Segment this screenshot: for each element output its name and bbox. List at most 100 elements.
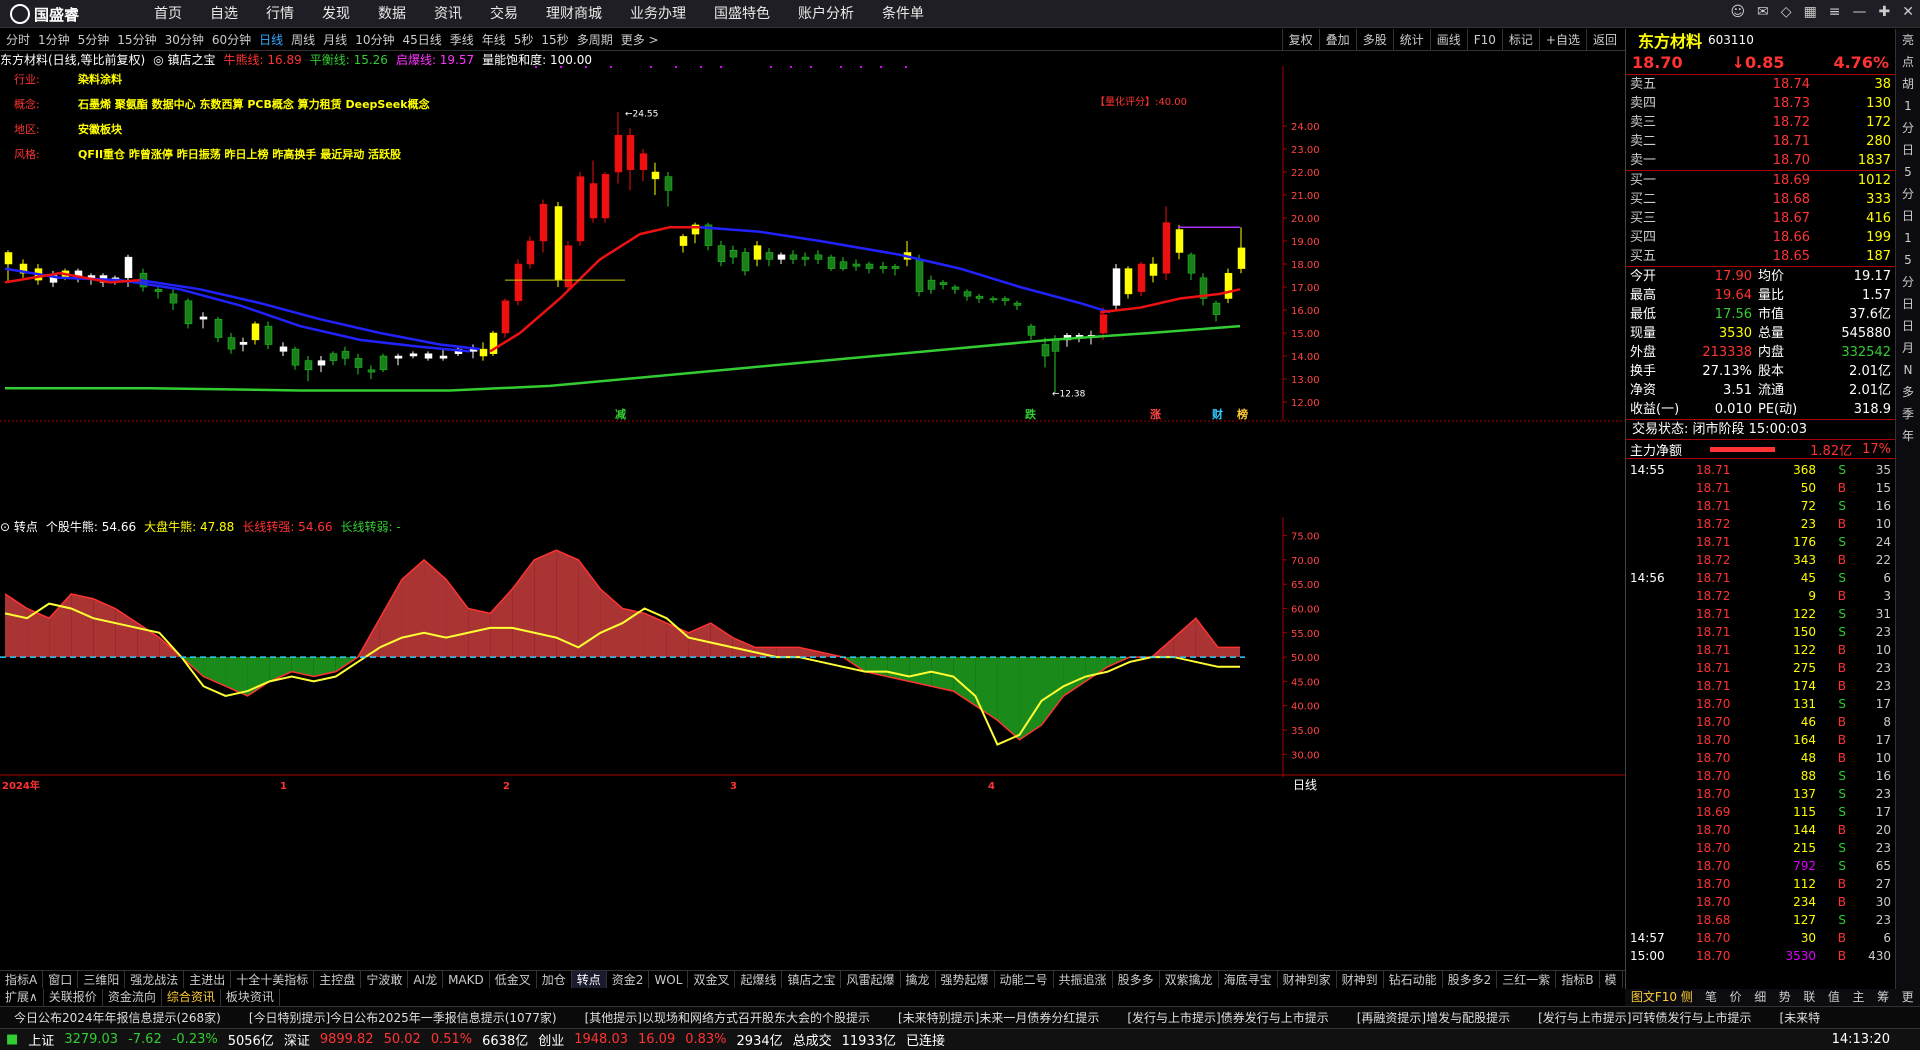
side-tab[interactable]: 分 [1896,271,1920,293]
menu-item[interactable]: 自选 [196,0,252,28]
period-tab[interactable]: 5分钟 [74,29,114,51]
period-tab[interactable]: 10分钟 [351,29,398,51]
period-tab[interactable]: 季线 [446,29,478,51]
event-marker[interactable]: 榜 [1237,407,1248,421]
news-item[interactable]: 今日公布2024年年报信息提示(268家) [0,1007,235,1028]
indicator-tab[interactable]: MAKD [443,971,490,988]
info-tab[interactable]: 综合资讯 [162,989,221,1006]
side-tab[interactable]: 点 [1896,51,1920,73]
quote-tab[interactable]: 势 [1772,989,1797,1006]
indicator-tab[interactable]: AI龙 [408,971,444,988]
indicator-tab[interactable]: 转点 [571,971,607,988]
side-tab[interactable]: 5 [1896,249,1920,271]
menu-item[interactable]: 国盛特色 [700,0,784,28]
period-tab[interactable]: 日线 [255,29,287,51]
indicator-tab[interactable]: 强龙战法 [125,971,185,988]
indicator-tab[interactable]: 三红一紫 [1497,971,1557,988]
indicator-tab[interactable]: 股多多2 [1443,971,1498,988]
menu-item[interactable]: 数据 [364,0,420,28]
period-tab[interactable]: 60分钟 [208,29,255,51]
side-tab[interactable]: 分 [1896,183,1920,205]
indicator-tab[interactable]: 模 [1600,971,1623,988]
info-tab[interactable]: 扩展∧ [0,989,44,1006]
side-tab[interactable]: 多 [1896,381,1920,403]
side-tab[interactable]: 1 [1896,95,1920,117]
kline-chart[interactable]: 24.00 23.00 22.00 21.00 20.00 19.00 18.00 17.00… [0,66,1625,518]
close-icon[interactable]: ✕ [1902,4,1914,20]
side-tab[interactable]: 1 [1896,227,1920,249]
menu-icon[interactable]: ≡ [1829,4,1841,20]
quote-tab[interactable]: 筹 [1871,989,1896,1006]
zhuandian-chart[interactable]: 75.00 70.00 65.00 60.00 55.00 50.00 45.00 40.00… [0,517,1625,969]
period-tab[interactable]: 15秒 [537,29,572,51]
indicator-tab[interactable]: 三维阳 [78,971,126,988]
bid-row[interactable]: 买二 18.68 333 [1626,190,1895,209]
indicator-tab[interactable]: 窗口 [43,971,79,988]
news-item[interactable]: [再融资提示]增发与配股提示 [1343,1007,1524,1028]
news-item[interactable]: [未来特 [1766,1007,1835,1028]
side-tab[interactable]: 日 [1896,139,1920,161]
tool-button[interactable]: 叠加 [1318,29,1356,51]
tool-button[interactable]: 返回 [1585,29,1623,51]
chat-icon[interactable]: ☺ [1730,4,1745,20]
bid-row[interactable]: 买四 18.66 199 [1626,228,1895,247]
menu-item[interactable]: 资讯 [420,0,476,28]
indicator-tab[interactable]: 共振追涨 [1054,971,1113,988]
menu-item[interactable]: 账户分析 [784,0,868,28]
side-tab[interactable]: 亮 [1896,29,1920,51]
tool-button[interactable]: 复权 [1281,29,1319,51]
indicator-tab[interactable]: 资金2 [607,971,650,988]
tool-button[interactable]: 多股 [1355,29,1393,51]
news-item[interactable]: [其他提示]以现场和网络方式召开股东大会的个股提示 [571,1007,884,1028]
indicator-tab[interactable]: 财神到家 [1278,971,1337,988]
grid-icon[interactable]: ▦ [1804,4,1817,20]
ask-row[interactable]: 卖四 18.73 130 [1626,94,1895,113]
indicator-tab[interactable]: 加仓 [537,971,572,988]
indicator-tab[interactable]: 指标A [0,971,44,988]
indicator-tab[interactable]: 双金叉 [688,971,736,988]
period-tab[interactable]: 5秒 [510,29,538,51]
f10-side-label[interactable]: 图文F10 侧边栏 « [1625,989,1699,1021]
menu-item[interactable]: 条件单 [868,0,938,28]
menu-item[interactable]: 首页 [140,0,196,28]
tool-button[interactable]: 画线 [1429,29,1467,51]
side-tab[interactable]: 日 [1896,315,1920,337]
side-tab[interactable]: 分 [1896,117,1920,139]
menu-item[interactable]: 交易 [476,0,532,28]
indicator-tab[interactable]: 强势起爆 [936,971,995,988]
indicator-tab[interactable]: 股多多 [1113,971,1160,988]
indicator-tab[interactable]: 指标B [1556,971,1600,988]
side-tab[interactable]: 日 [1896,293,1920,315]
menu-item[interactable]: 行情 [252,0,308,28]
side-tab[interactable]: N [1896,359,1920,381]
indicator-tab[interactable]: 十全十美指标 [231,971,315,988]
mail-icon[interactable]: ✉ [1757,4,1769,20]
ask-row[interactable]: 卖三 18.72 172 [1626,113,1895,132]
event-marker[interactable]: 财 [1211,407,1223,421]
indicator-tab[interactable]: 板 [1623,971,1625,988]
indicator-tab[interactable]: 动能二号 [995,971,1054,988]
menu-item[interactable]: 发现 [308,0,364,28]
ask-row[interactable]: 卖五 18.74 38 [1626,75,1895,94]
indicator-tab[interactable]: 镇店之宝 [782,971,842,988]
event-marker[interactable]: 涨 [1150,407,1161,421]
tick-list[interactable]: 14:55 18.71 368 S 35 18.71 50 B 15 18.71 72 S 16 18.7… [1626,459,1895,965]
side-tab[interactable]: 季 [1896,403,1920,425]
indicator-tab[interactable]: WOL [649,971,689,988]
tool-button[interactable]: 标记 [1501,29,1539,51]
tool-button[interactable]: F10 [1466,29,1502,51]
indicator-tab[interactable]: 低金叉 [490,971,537,988]
news-item[interactable]: [今日特别提示]今日公布2025年一季报信息提示(1077家) [235,1007,571,1028]
side-tab[interactable]: 胡 [1896,73,1920,95]
indicator-tab[interactable]: 钻石动能 [1384,971,1443,988]
event-marker[interactable]: 跌 [1025,407,1037,421]
period-tab[interactable]: 更多 > [617,29,663,51]
quote-tab[interactable]: 更 [1895,989,1920,1006]
indicator-tab[interactable]: 财神到 [1337,971,1384,988]
quote-tab[interactable]: 笔 [1699,989,1724,1006]
period-tab[interactable]: 45日线 [398,29,445,51]
news-item[interactable]: [未来特别提示]未来一月债券分红提示 [884,1007,1113,1028]
event-marker[interactable]: 减 [615,407,626,421]
period-tab[interactable]: 年线 [478,29,510,51]
ask-row[interactable]: 卖一 18.70 1837 [1626,151,1895,170]
